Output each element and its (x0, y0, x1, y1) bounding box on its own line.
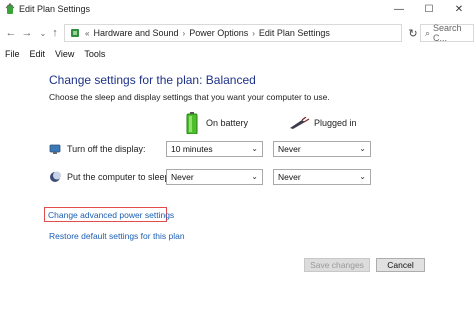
display-plugged-select[interactable]: Never ⌄ (273, 141, 371, 157)
display-icon (49, 144, 61, 154)
restore-defaults-link[interactable]: Restore default settings for this plan (49, 231, 185, 241)
search-box[interactable]: ⌕ Search C... (420, 23, 474, 43)
forward-arrow-icon[interactable]: → (20, 26, 34, 40)
menu-tools[interactable]: Tools (79, 46, 110, 62)
control-panel-icon (71, 29, 79, 37)
chevron-down-icon: ⌄ (359, 144, 366, 153)
display-battery-select[interactable]: 10 minutes ⌄ (166, 141, 263, 157)
save-changes-button[interactable]: Save changes (304, 258, 370, 272)
menu-view[interactable]: View (50, 46, 79, 62)
title-bar: Edit Plan Settings — ☐ ✕ (0, 0, 474, 18)
close-button[interactable]: ✕ (444, 0, 474, 18)
menu-bar: File Edit View Tools (0, 46, 474, 62)
search-placeholder: Search C... (433, 23, 462, 43)
sleep-moon-icon (50, 171, 61, 182)
minimize-button[interactable]: — (384, 0, 414, 18)
chevron-down-icon: ⌄ (359, 172, 366, 181)
column-on-battery: On battery (186, 112, 248, 134)
chevron-down-icon: ⌄ (251, 144, 258, 153)
window-title: Edit Plan Settings (19, 4, 91, 14)
page-subtitle: Choose the sleep and display settings th… (49, 92, 330, 102)
address-field[interactable]: « Hardware and Sound › Power Options › E… (64, 24, 402, 42)
maximize-button[interactable]: ☐ (414, 0, 444, 18)
power-options-icon (5, 3, 15, 14)
sleep-plugged-select[interactable]: Never ⌄ (273, 169, 371, 185)
cancel-button[interactable]: Cancel (376, 258, 425, 272)
up-arrow-icon[interactable]: ↑ (48, 26, 62, 40)
chevron-right-icon: › (252, 28, 255, 38)
address-bar: ← → ⌄ ↑ « Hardware and Sound › Power Opt… (0, 22, 474, 44)
chevron-right-icon: › (182, 28, 186, 38)
change-advanced-power-settings-link[interactable]: Change advanced power settings (48, 210, 174, 220)
search-icon: ⌕ (425, 27, 431, 38)
column-plugged-in: Plugged in (290, 112, 357, 134)
back-arrow-icon[interactable]: ← (4, 26, 18, 40)
breadcrumb-hardware-and-sound[interactable]: Hardware and Sound (93, 28, 178, 38)
menu-edit[interactable]: Edit (25, 46, 51, 62)
breadcrumb-power-options[interactable]: Power Options (189, 28, 248, 38)
sleep-battery-select[interactable]: Never ⌄ (166, 169, 263, 185)
battery-icon (186, 112, 198, 134)
row-turn-off-display: Turn off the display: (49, 141, 146, 157)
page-title: Change settings for the plan: Balanced (49, 73, 256, 87)
chevron-down-icon: ⌄ (251, 172, 258, 181)
row-sleep: Put the computer to sleep: (49, 169, 172, 185)
refresh-icon[interactable]: ↻ (406, 24, 420, 42)
breadcrumb-edit-plan-settings[interactable]: Edit Plan Settings (259, 28, 330, 38)
menu-file[interactable]: File (0, 46, 25, 62)
overflow-chevron[interactable]: « (85, 29, 89, 38)
power-plug-icon (290, 117, 310, 129)
